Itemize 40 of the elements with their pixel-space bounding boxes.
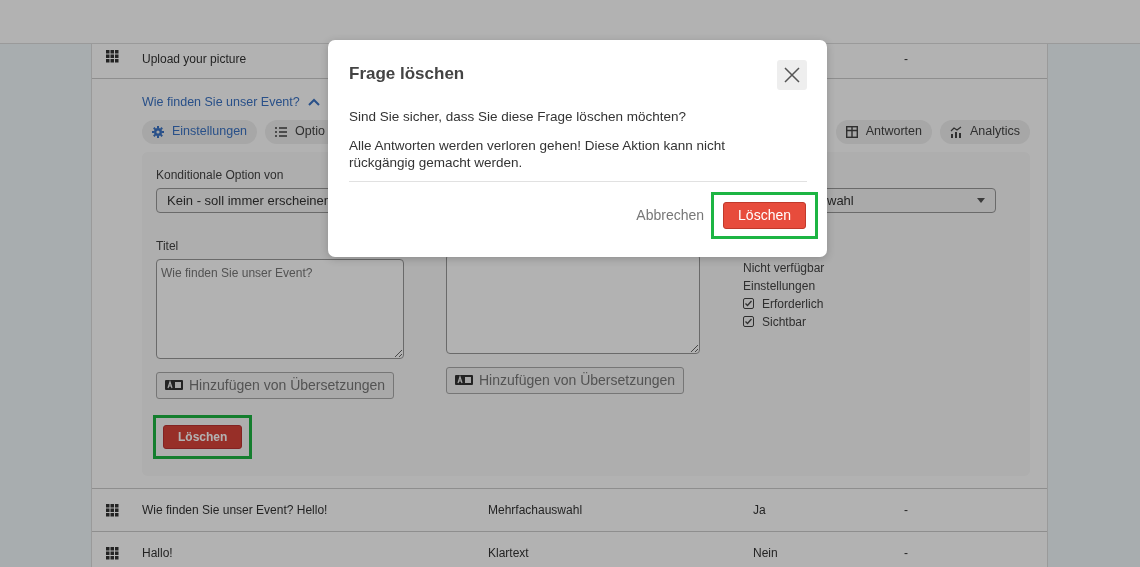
dropdown-caret-icon [977,197,985,203]
question-title: Wie finden Sie unser Event? Hello! [142,502,329,519]
dialog-title: Frage löschen [349,64,465,85]
list-icon [275,125,288,138]
tab[interactable]: Analytics [939,119,1030,144]
required-value: Nein [753,545,779,562]
title-field[interactable]: Wie finden Sie unser Event? [156,258,404,359]
chart-icon [949,125,962,138]
required-value: Ja [753,502,767,519]
drag-handle-icon [106,546,119,560]
question-title: Upload your picture [142,51,248,68]
tab[interactable]: Einstellungen [142,119,258,144]
field-label: Titel [156,237,180,255]
cell-value: - [904,502,908,519]
tab[interactable]: Antworten [835,119,932,144]
question-type: Mehrfachauswahl [488,502,584,519]
delete-button[interactable]: Löschen [163,424,243,449]
field-label: Konditionale Option von [156,166,285,184]
question-title: Hallo! [142,545,174,562]
question-type: Klartext [488,545,530,562]
translation-button[interactable]: Hinzufügen von Übersetzungen [156,371,395,399]
drag-handle-icon [106,50,119,63]
cell-value: - [904,545,908,562]
settings-label: Einstellungen [743,277,817,295]
cancel-link[interactable]: Abbrechen [636,205,705,226]
chevron-up-icon [307,97,320,107]
translation-button[interactable]: Hinzufügen von Übersetzungen [446,366,685,394]
gear-icon [152,125,164,138]
question-link[interactable]: Wie finden Sie unser Event? [142,93,320,112]
table-icon [845,125,858,138]
checkbox-label: Erforderlich [762,295,824,313]
cell-value: - [904,51,908,68]
checkbox-label: Sichtbar [762,313,807,331]
confirm-delete-button[interactable]: Löschen [723,202,806,229]
close-icon [784,67,800,83]
availability-text: Nicht verfügbar [743,259,825,277]
translate-icon [165,380,183,391]
drag-handle-icon [106,503,119,517]
translate-icon [455,375,473,386]
close-button[interactable] [777,60,807,90]
